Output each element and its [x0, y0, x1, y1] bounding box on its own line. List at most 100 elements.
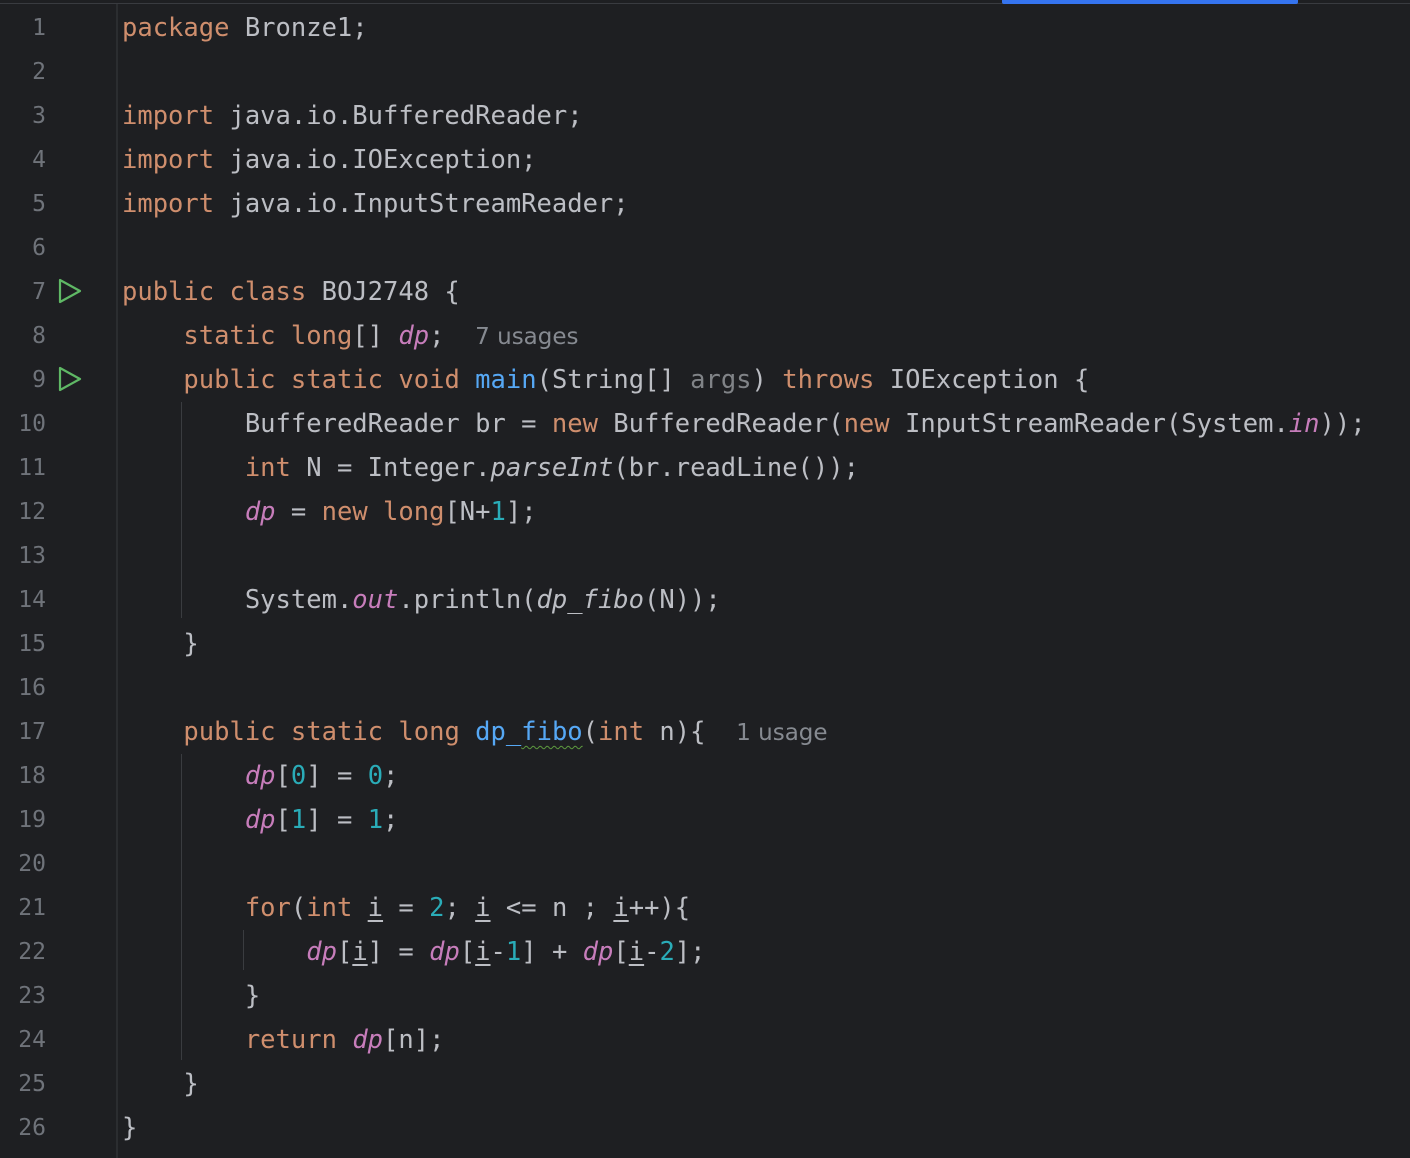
code-line-9[interactable]: public static void main(String[] args) t…: [122, 358, 1089, 402]
line-number: 11: [18, 455, 46, 481]
usages-inlay-hint[interactable]: 7 usages: [475, 324, 578, 350]
keyword: long: [290, 321, 353, 351]
line-number: 18: [18, 763, 46, 789]
code-line-7[interactable]: public class BOJ2748 {: [122, 270, 460, 314]
line-number: 3: [32, 103, 46, 129]
code-text: Bronze1;: [229, 13, 368, 43]
typo-warning: fibo: [521, 717, 583, 747]
run-triangle-icon[interactable]: [56, 364, 84, 394]
keyword: public: [122, 277, 215, 307]
line-number: 12: [18, 499, 46, 525]
code-text: (: [290, 893, 307, 923]
code-line-5[interactable]: import java.io.InputStreamReader;: [122, 182, 629, 226]
code-text: n){: [644, 717, 737, 747]
code-text: ] =: [306, 761, 368, 791]
reassigned-variable: i: [475, 893, 491, 923]
code-text: =: [275, 497, 322, 527]
line-number: 1: [32, 15, 46, 41]
keyword: int: [306, 893, 353, 923]
code-text: .println(: [398, 585, 537, 615]
keyword: throws: [782, 365, 875, 395]
code-text: (: [582, 717, 599, 747]
code-line-11[interactable]: int N = Integer.parseInt(br.readLine());: [122, 446, 859, 490]
code-line-4[interactable]: import java.io.IOException;: [122, 138, 537, 182]
code-line-21[interactable]: for(int i = 2; i <= n ; i++){: [122, 886, 690, 930]
code-line-12[interactable]: dp = new long[N+1];: [122, 490, 537, 534]
keyword: package: [122, 13, 230, 43]
code-line-24[interactable]: return dp[n];: [122, 1018, 445, 1062]
code-text: java.io.IOException;: [214, 145, 537, 175]
active-tab-indicator: [1002, 0, 1298, 4]
keyword: static: [290, 717, 384, 747]
code-text: N = Integer.: [290, 453, 491, 483]
code-line-19[interactable]: dp[1] = 1;: [122, 798, 399, 842]
keyword: import: [122, 145, 215, 175]
code-line-15[interactable]: }: [122, 622, 198, 666]
code-text: (N));: [644, 585, 721, 615]
line-number: 6: [32, 235, 46, 261]
reassigned-variable: i: [628, 937, 645, 967]
code-line-23[interactable]: }: [122, 974, 260, 1018]
line-number: 9: [32, 367, 46, 393]
usages-inlay-hint[interactable]: 1 usage: [736, 720, 827, 746]
code-text: [: [613, 937, 629, 967]
code-line-26[interactable]: }: [122, 1106, 137, 1150]
code-line-8[interactable]: static long[] dp; 7 usages: [122, 314, 578, 358]
field-reference: dp: [244, 497, 276, 527]
field-reference: dp: [306, 937, 337, 967]
number-literal: 1: [290, 805, 307, 835]
code-text: ] +: [521, 937, 583, 967]
code-text: ;: [444, 893, 476, 923]
number-literal: 2: [429, 893, 445, 923]
field-reference: dp: [352, 1025, 384, 1055]
code-text: BufferedReader br =: [244, 409, 552, 439]
code-text: ;: [429, 321, 476, 351]
code-editor[interactable]: 1 2 3 4 5 6 7 8 9 10 11 12 13 14 15 16 1…: [0, 0, 1410, 1158]
code-line-22[interactable]: dp[i] = dp[i-1] + dp[i-2];: [122, 930, 705, 974]
code-text: InputStreamReader(System.: [889, 409, 1289, 439]
line-number: 8: [32, 323, 46, 349]
code-text: []: [352, 321, 399, 351]
code-text: ];: [505, 497, 537, 527]
code-line-17[interactable]: public static long dp_fibo(int n){ 1 usa…: [122, 710, 827, 754]
line-number: 21: [18, 895, 46, 921]
code-text: ] =: [367, 937, 430, 967]
keyword: return: [244, 1025, 337, 1055]
code-text: ;: [383, 805, 399, 835]
code-text: ;: [383, 761, 399, 791]
method-name: main: [475, 365, 537, 395]
field-reference: dp: [582, 937, 614, 967]
keyword: void: [398, 365, 460, 395]
code-text: (br.readLine());: [613, 453, 859, 483]
code-text: ] =: [306, 805, 368, 835]
line-number: 14: [18, 587, 46, 613]
code-line-3[interactable]: import java.io.BufferedReader;: [122, 94, 583, 138]
code-line-18[interactable]: dp[0] = 0;: [122, 754, 399, 798]
run-triangle-icon[interactable]: [56, 276, 84, 306]
code-line-10[interactable]: BufferedReader br = new BufferedReader(n…: [122, 402, 1366, 446]
line-number: 4: [32, 147, 46, 173]
unused-parameter: args: [690, 365, 752, 395]
code-text: ++){: [628, 893, 691, 923]
keyword: new: [843, 409, 890, 439]
code-line-14[interactable]: System.out.println(dp_fibo(N));: [122, 578, 721, 622]
code-text: (String[]: [536, 365, 691, 395]
number-literal: 1: [367, 805, 384, 835]
line-number: 26: [18, 1115, 46, 1141]
code-line-1[interactable]: package Bronze1;: [122, 6, 368, 50]
keyword: public: [183, 365, 276, 395]
field-reference: out: [352, 585, 399, 615]
keyword: static: [290, 365, 384, 395]
reassigned-variable: i: [367, 893, 384, 923]
code-line-25[interactable]: }: [122, 1062, 198, 1106]
keyword: long: [383, 497, 445, 527]
